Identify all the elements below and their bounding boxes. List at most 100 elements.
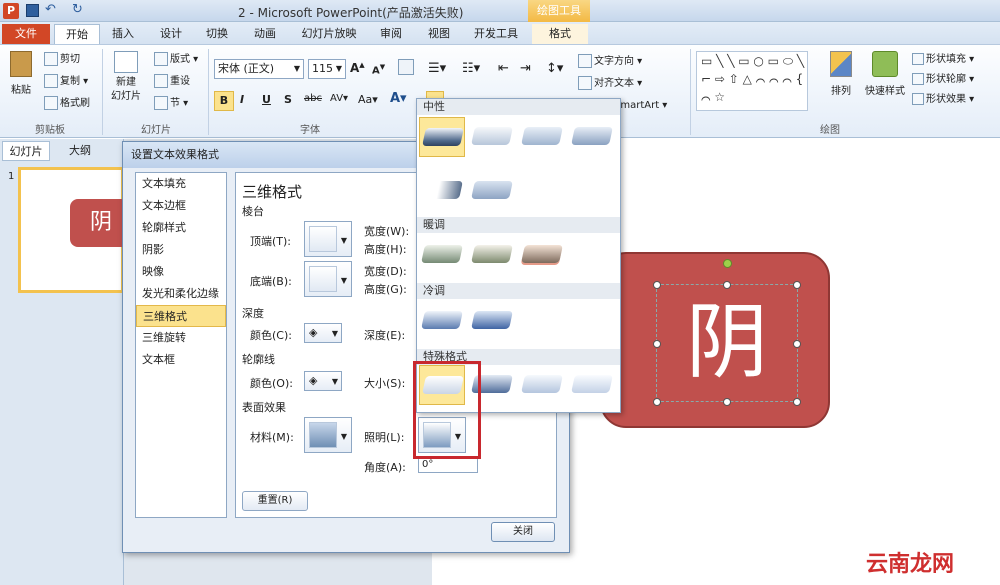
bullets-icon[interactable]: ☰▾ [428,61,446,76]
decrease-indent-icon[interactable]: ⇤ [498,61,509,76]
font-name-select[interactable]: 宋体 (正文) ▼ [214,59,304,79]
depth-color-button[interactable]: ◈ ▼ [304,323,342,343]
resize-handle[interactable] [793,340,801,348]
lighting-option[interactable] [569,117,615,157]
category-3d-format[interactable]: 三维格式 [136,305,226,327]
category-glow[interactable]: 发光和柔化边缘 [136,283,226,305]
resize-handle[interactable] [793,398,801,406]
numbering-icon[interactable]: ☷▾ [462,61,480,76]
font-color-button[interactable]: A▾ [390,91,407,106]
align-text-button[interactable]: 对齐文本 ▾ [578,75,642,93]
contour-section: 轮廓线 [242,353,275,366]
category-shadow[interactable]: 阴影 [136,239,226,261]
top-bevel-dropdown[interactable]: ▼ [304,221,352,257]
arrange-button[interactable]: 排列 [826,51,856,97]
increase-indent-icon[interactable]: ⇥ [520,61,531,76]
tab-format[interactable]: 格式 [532,24,588,44]
text-direction-button[interactable]: 文字方向 ▾ [578,53,642,71]
lighting-option[interactable] [469,301,515,341]
category-text-outline[interactable]: 文本边框 [136,195,226,217]
clear-format-icon[interactable] [398,59,414,75]
new-slide-button[interactable]: 新建 幻灯片 [106,51,146,111]
depth-e-label: 深度(E): [364,329,406,342]
bottom-bevel-dropdown[interactable]: ▼ [304,261,352,297]
material-dropdown[interactable]: ▼ [304,417,352,453]
tab-review[interactable]: 审阅 [372,24,410,44]
tab-design[interactable]: 设计 [152,24,190,44]
shape-text[interactable]: 阴 [656,288,798,398]
rotation-handle[interactable] [723,259,732,268]
line-spacing-icon[interactable]: ↕▾ [546,61,563,76]
category-outline-style[interactable]: 轮廓样式 [136,217,226,239]
cut-button[interactable]: 剪切 [44,51,80,69]
copy-button[interactable]: 复制 ▾ [44,73,88,91]
bold-button[interactable]: B [214,91,234,111]
resize-handle[interactable] [723,281,731,289]
resize-handle[interactable] [723,398,731,406]
angle-input[interactable]: 0° [418,457,478,473]
tab-outline[interactable]: 大纲 [56,141,104,161]
redo-icon[interactable]: ↻ [72,2,83,17]
undo-icon[interactable]: ↶ [45,2,56,17]
lighting-option[interactable] [519,117,565,157]
tab-slides[interactable]: 幻灯片 [2,141,50,161]
lighting-option[interactable] [469,235,515,275]
lighting-option[interactable] [469,117,515,157]
close-button[interactable]: 关闭 [491,522,555,542]
drawing-tools-context: 绘图工具 [528,0,590,22]
tab-slideshow[interactable]: 幻灯片放映 [296,24,362,44]
lighting-option[interactable] [569,365,615,405]
change-case-button[interactable]: Aa▾ [358,93,378,106]
tab-developer[interactable]: 开发工具 [466,24,526,44]
category-reflection[interactable]: 映像 [136,261,226,283]
tab-transitions[interactable]: 切换 [198,24,236,44]
tab-home[interactable]: 开始 [54,24,100,44]
depth-section: 深度 [242,307,264,320]
grow-font-button[interactable]: A▲ [350,61,365,75]
category-text-box[interactable]: 文本框 [136,349,226,371]
section-icon [154,96,168,110]
shape-fill-button[interactable]: 形状填充 ▾ [912,51,974,69]
contour-size-label: 大小(S): [364,377,406,390]
lighting-option[interactable] [419,235,465,275]
tab-view[interactable]: 视图 [420,24,458,44]
reset-button[interactable]: 重置(R) [242,491,308,511]
tab-insert[interactable]: 插入 [104,24,142,44]
section-button[interactable]: 节 ▾ [154,95,188,113]
shrink-font-button[interactable]: A▼ [372,63,385,76]
resize-handle[interactable] [653,281,661,289]
category-list: 文本填充 文本边框 轮廓样式 阴影 映像 发光和柔化边缘 三维格式 三维旋转 文… [135,172,227,518]
tab-file[interactable]: 文件 [2,24,50,44]
shape-effects-button[interactable]: 形状效果 ▾ [912,91,974,109]
lighting-option[interactable] [419,117,465,157]
resize-handle[interactable] [653,340,661,348]
resize-handle[interactable] [793,281,801,289]
shapes-gallery[interactable]: ▭ ╲ ╲ ▭ ○ ▭ ⬭ ╲ ⌐ ⇨ ⇧ △ ⌒ ⌒ ⌒ { ⌒ ☆ [696,51,808,111]
tab-animations[interactable]: 动画 [246,24,284,44]
lighting-option[interactable] [469,171,515,211]
reset-button[interactable]: 重设 [154,73,190,91]
smartart-button[interactable]: SmartArt ▾ [614,97,667,115]
strikethrough-button[interactable]: abc [304,93,322,104]
lighting-option[interactable] [519,235,565,275]
category-3d-rotation[interactable]: 三维旋转 [136,327,226,349]
lighting-option[interactable] [419,301,465,341]
shadow-button[interactable]: S [284,93,292,106]
format-painter-button[interactable]: 格式刷 [44,95,90,113]
underline-button[interactable]: U [262,93,271,106]
paste-button[interactable]: 粘贴 [6,51,36,103]
char-spacing-button[interactable]: AV▾ [330,93,348,104]
layout-button[interactable]: 版式 ▾ [154,51,198,69]
font-size-select[interactable]: 115 ▼ [308,59,346,79]
lighting-option[interactable] [519,365,565,405]
shape-outline-button[interactable]: 形状轮廓 ▾ [912,71,974,89]
save-icon[interactable] [26,4,39,17]
width-w-label: 宽度(W): [364,225,410,238]
category-text-fill[interactable]: 文本填充 [136,173,226,195]
resize-handle[interactable] [653,398,661,406]
italic-button[interactable]: I [240,93,244,106]
lighting-option[interactable] [419,171,465,211]
contour-color-button[interactable]: ◈ ▼ [304,371,342,391]
quick-styles-button[interactable]: 快速样式 [862,51,908,97]
angle-label: 角度(A): [364,461,406,474]
